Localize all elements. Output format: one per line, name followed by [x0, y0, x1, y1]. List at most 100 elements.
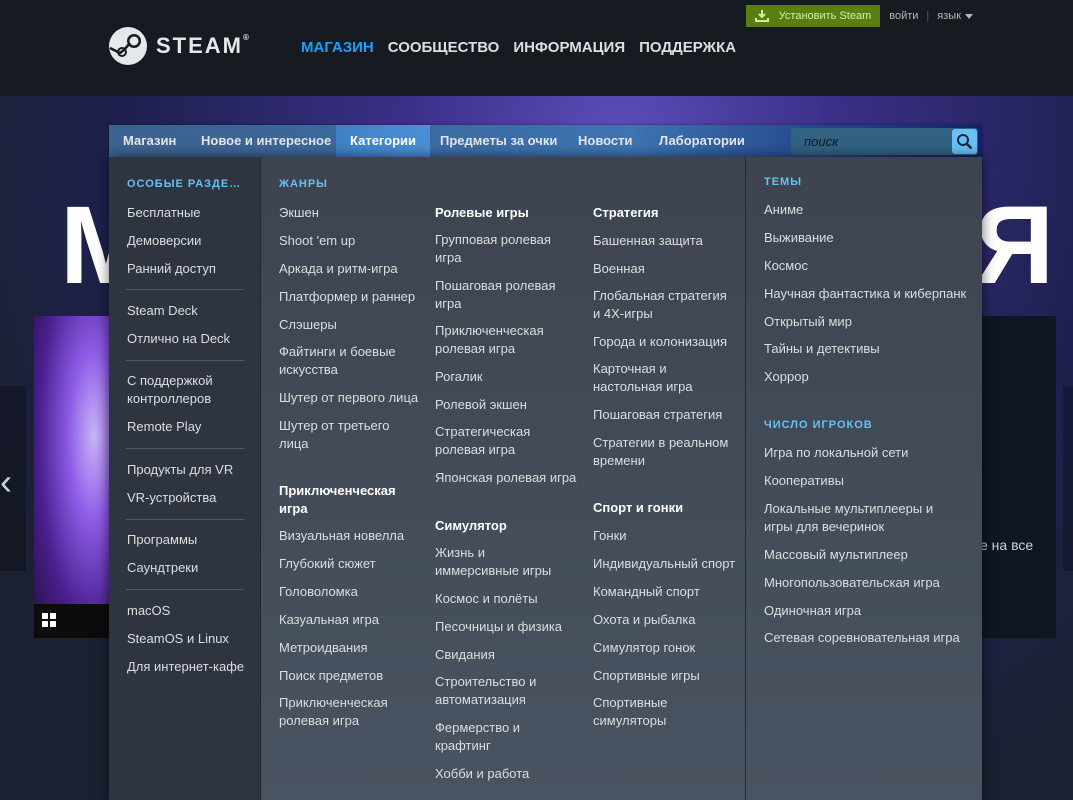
store-tab-news[interactable]: Новости [564, 125, 647, 157]
theme-item[interactable]: Открытый мир [764, 313, 852, 331]
install-steam-label: Установить Steam [778, 10, 872, 22]
genre-item[interactable]: Командный спорт [593, 583, 700, 601]
genre-item[interactable]: Метроидвания [279, 639, 368, 657]
special-item-remote-play[interactable]: Remote Play [127, 418, 201, 436]
genre-item[interactable]: Shoot 'em up [279, 232, 355, 250]
genre-item[interactable]: Стратегии в реальном времени [593, 434, 733, 470]
language-dropdown[interactable]: язык [937, 10, 973, 22]
theme-item[interactable]: Тайны и детективы [764, 340, 880, 358]
genre-item[interactable]: Японская ролевая игра [435, 469, 576, 487]
theme-item[interactable]: Хоррор [764, 368, 809, 386]
genre-item[interactable]: Аркада и ритм-игра [279, 260, 398, 278]
carousel-prev-button[interactable]: ‹ [0, 386, 26, 571]
player-item[interactable]: Сетевая соревновательная игра [764, 629, 960, 647]
main-nav-store[interactable]: МАГАЗИН [301, 39, 374, 56]
genre-item[interactable]: Стратегическая ролевая игра [435, 423, 565, 459]
login-link[interactable]: войти [889, 10, 918, 22]
genre-item[interactable]: Групповая ролевая игра [435, 231, 565, 267]
theme-item[interactable]: Аниме [764, 201, 803, 219]
genre-item[interactable]: Хобби и работа [435, 765, 529, 783]
main-nav-community[interactable]: СООБЩЕСТВО [388, 39, 500, 56]
featured-capsule-image[interactable] [34, 316, 110, 638]
genre-item[interactable]: Приключенческая ролевая игра [435, 322, 565, 358]
genre-item[interactable]: Пошаговая ролевая игра [435, 277, 565, 313]
genre-item[interactable]: Индивидуальный спорт [593, 555, 735, 573]
player-item[interactable]: Игра по локальной сети [764, 444, 908, 462]
special-item-macos[interactable]: macOS [127, 602, 170, 620]
special-item-vr-titles[interactable]: Продукты для VR [127, 461, 233, 479]
main-nav-support[interactable]: ПОДДЕРЖКА [639, 39, 736, 56]
genre-item[interactable]: Жизнь и иммерсивные игры [435, 544, 570, 580]
genre-item[interactable]: Файтинги и боевые искусства [279, 343, 404, 379]
genre-item[interactable]: Экшен [279, 204, 319, 222]
genre-item[interactable]: Гонки [593, 527, 627, 545]
genre-subheader-adventure[interactable]: Приключенческая игра [279, 482, 404, 518]
search-button[interactable] [952, 129, 977, 154]
genre-item[interactable]: Военная [593, 260, 645, 278]
store-tab-store[interactable]: Магазин [109, 125, 190, 157]
genre-subheader-strategy[interactable]: Стратегия [593, 204, 659, 222]
main-nav-about[interactable]: ИНФОРМАЦИЯ [513, 39, 625, 56]
genre-item[interactable]: Приключенческая ролевая игра [279, 694, 404, 730]
special-item-software[interactable]: Программы [127, 531, 197, 549]
store-tab-points[interactable]: Предметы за очки [426, 125, 571, 157]
special-item-controller[interactable]: С поддержкой контроллеров [127, 372, 252, 408]
genre-item[interactable]: Визуальная новелла [279, 527, 404, 545]
platform-bar [34, 604, 110, 638]
install-steam-button[interactable]: Установить Steam [745, 5, 881, 27]
special-item-steam-deck[interactable]: Steam Deck [127, 302, 198, 320]
genre-item[interactable]: Слэшеры [279, 316, 337, 334]
genre-item[interactable]: Глубокий сюжет [279, 555, 376, 573]
special-item-early-access[interactable]: Ранний доступ [127, 260, 216, 278]
genre-subheader-rpg[interactable]: Ролевые игры [435, 204, 529, 222]
player-item[interactable]: Массовый мультиплеер [764, 546, 908, 564]
genre-item[interactable]: Симулятор гонок [593, 639, 695, 657]
theme-item[interactable]: Выживание [764, 229, 834, 247]
genre-item[interactable]: Башенная защита [593, 232, 703, 250]
special-item-linux[interactable]: SteamOS и Linux [127, 630, 229, 648]
genre-item[interactable]: Рогалик [435, 368, 483, 386]
genre-item[interactable]: Космос и полёты [435, 590, 538, 608]
special-item-deck-verified[interactable]: Отлично на Deck [127, 330, 230, 348]
genre-item[interactable]: Спортивные игры [593, 667, 700, 685]
special-item-soundtracks[interactable]: Саундтреки [127, 559, 198, 577]
genre-item[interactable]: Казуальная игра [279, 611, 379, 629]
player-item[interactable]: Одиночная игра [764, 602, 861, 620]
genre-item[interactable]: Города и колонизация [593, 333, 727, 351]
genre-subheader-simulation[interactable]: Симулятор [435, 517, 507, 535]
special-item-cafe[interactable]: Для интернет-кафе [127, 658, 244, 676]
genre-item[interactable]: Песочницы и физика [435, 618, 562, 636]
genre-item[interactable]: Фермерство и крафтинг [435, 719, 555, 755]
store-tab-labs[interactable]: Лаборатории [645, 125, 759, 157]
special-item-demos[interactable]: Демоверсии [127, 232, 201, 250]
player-item[interactable]: Кооперативы [764, 472, 844, 490]
player-item[interactable]: Локальные мультиплееры и игры для вечери… [764, 500, 964, 536]
genre-item[interactable]: Поиск предметов [279, 667, 383, 685]
store-tab-categories[interactable]: Категории [336, 125, 431, 157]
steam-logo[interactable]: STEAM® [108, 26, 249, 66]
genre-item[interactable]: Карточная и настольная игра [593, 360, 713, 396]
store-tab-new[interactable]: Новое и интересное [187, 125, 345, 157]
genre-item[interactable]: Строительство и автоматизация [435, 673, 555, 709]
special-item-vr-hardware[interactable]: VR-устройства [127, 489, 216, 507]
search-input[interactable] [791, 128, 951, 155]
player-item[interactable]: Многопользовательская игра [764, 574, 940, 592]
genre-item[interactable]: Глобальная стратегия и 4X-игры [593, 287, 733, 323]
genre-item[interactable]: Спортивные симуляторы [593, 694, 703, 730]
carousel-next-button[interactable] [1063, 386, 1073, 571]
genre-item[interactable]: Охота и рыбалка [593, 611, 696, 629]
genre-item[interactable]: Шутер от первого лица [279, 389, 418, 407]
genres-column: ЖАНРЫ Экшен Shoot 'em up Аркада и ритм-и… [260, 157, 745, 800]
genre-subheader-sports[interactable]: Спорт и гонки [593, 499, 683, 517]
theme-item[interactable]: Космос [764, 257, 808, 275]
genre-item[interactable]: Пошаговая стратегия [593, 406, 722, 424]
chevron-left-icon: ‹ [0, 461, 12, 502]
genre-item[interactable]: Свидания [435, 646, 495, 664]
genre-item[interactable]: Шутер от третьего лица [279, 417, 404, 453]
genre-item[interactable]: Ролевой экшен [435, 396, 527, 414]
special-item-free[interactable]: Бесплатные [127, 204, 201, 222]
player-count-header: ЧИСЛО ИГРОКОВ [764, 419, 873, 431]
theme-item[interactable]: Научная фантастика и киберпанк [764, 285, 966, 303]
genre-item[interactable]: Платформер и раннер [279, 288, 415, 306]
genre-item[interactable]: Головоломка [279, 583, 358, 601]
